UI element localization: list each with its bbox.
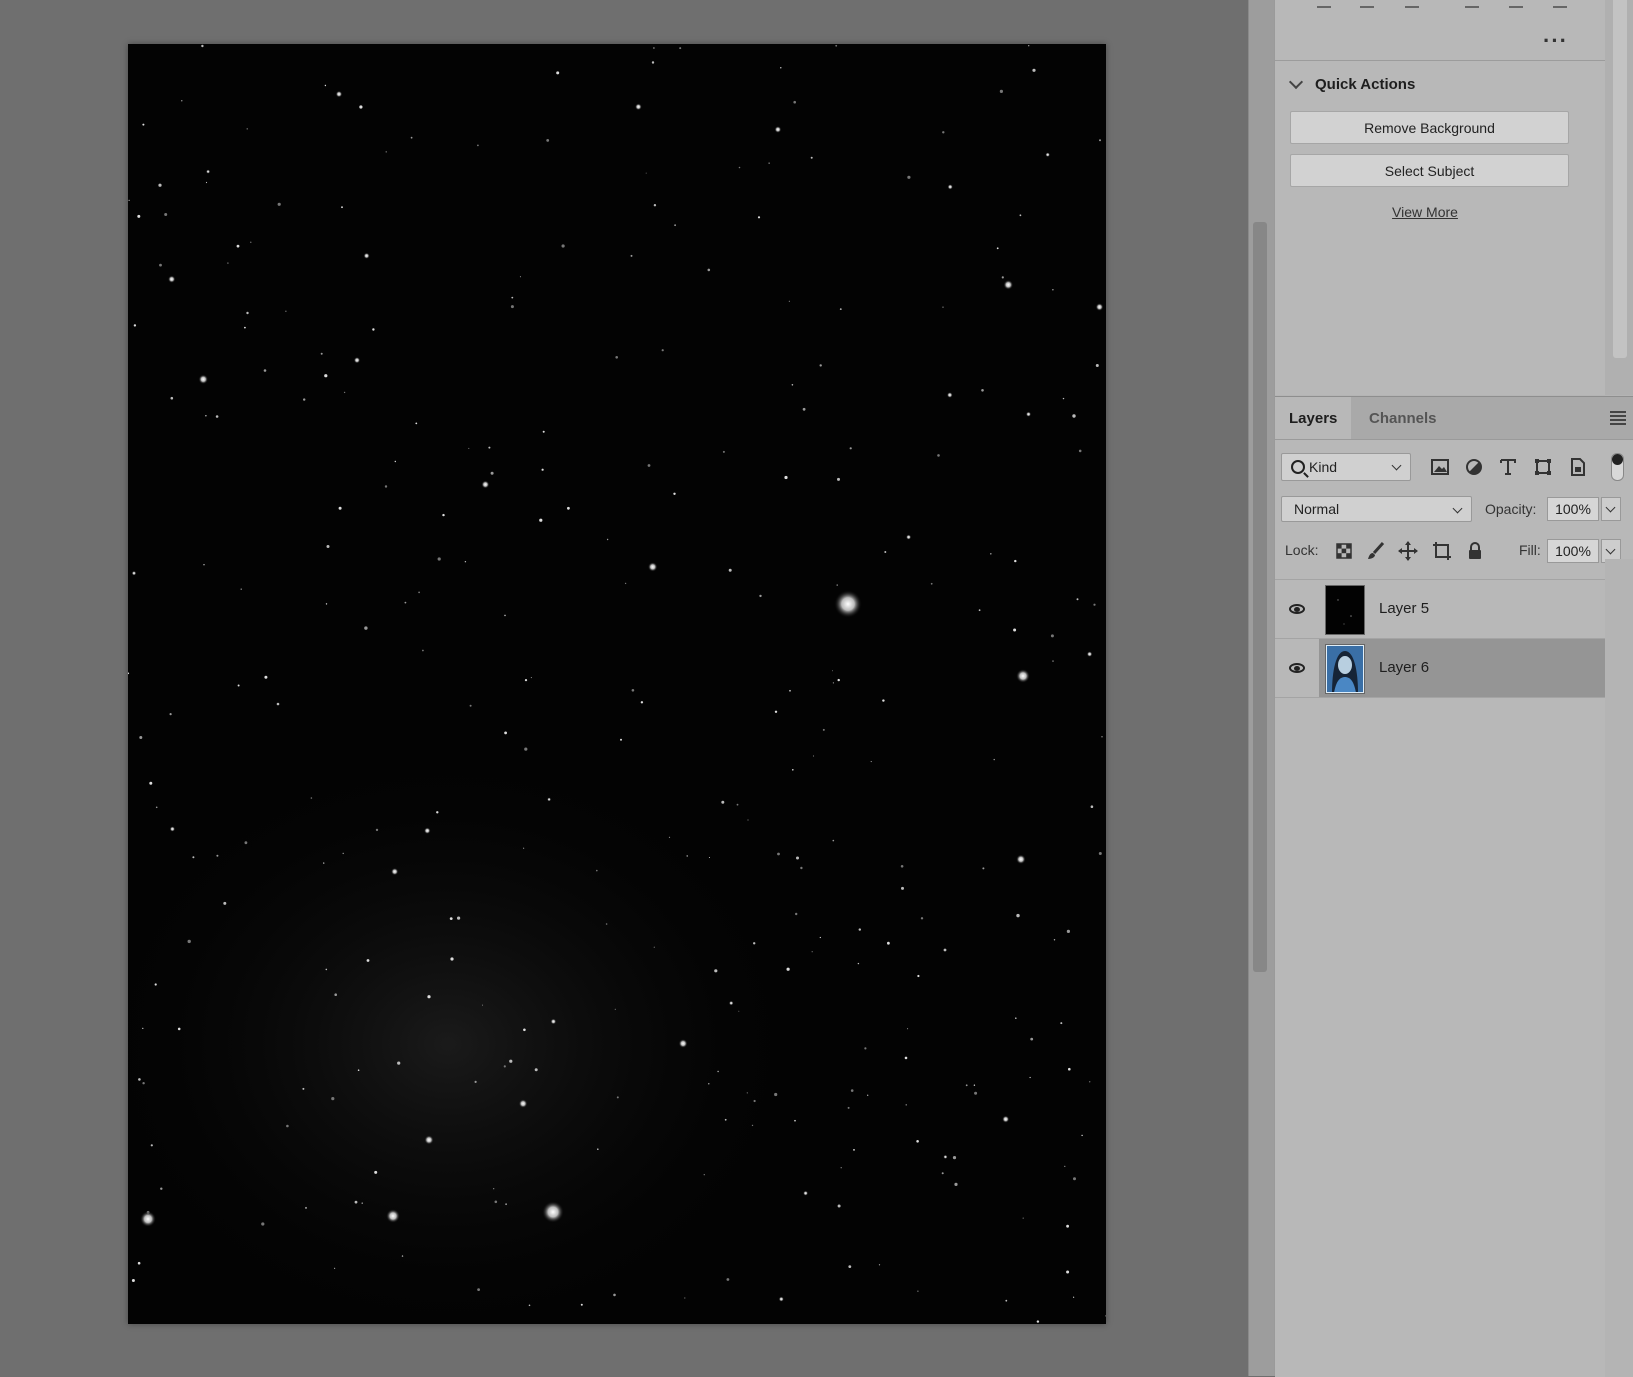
properties-scrollbar[interactable]: [1605, 0, 1633, 395]
layer-thumbnail: [1325, 585, 1365, 635]
layers-scrollbar[interactable]: [1605, 559, 1633, 1377]
more-icon[interactable]: ···: [1543, 30, 1568, 52]
layers-tabs: Layers Channels: [1275, 397, 1633, 440]
document-canvas[interactable]: [128, 44, 1106, 1324]
view-more-link[interactable]: View More: [1275, 204, 1575, 220]
fill-label: Fill:: [1519, 542, 1541, 558]
chevron-down-icon: [1391, 460, 1402, 471]
divider: [1275, 60, 1605, 61]
lock-position-icon[interactable]: [1397, 540, 1419, 562]
layers-panel: Layers Channels Kind Normal Opacity: 100…: [1275, 396, 1633, 1377]
starfield-image: [128, 44, 1106, 1324]
filter-toggle[interactable]: [1611, 453, 1624, 481]
lock-transparent-icon[interactable]: [1333, 540, 1355, 562]
document-workspace[interactable]: [0, 0, 1248, 1376]
lock-label: Lock:: [1285, 542, 1319, 558]
layer-name[interactable]: Layer 5: [1379, 600, 1429, 617]
layers-list-end: [1275, 697, 1605, 698]
smart-object-filter-icon[interactable]: [1567, 457, 1589, 477]
quick-actions-header[interactable]: Quick Actions: [1288, 72, 1416, 96]
align-left-icon[interactable]: [1317, 0, 1331, 8]
right-panels: ··· Quick Actions Remove Background Sele…: [1274, 0, 1633, 1377]
opacity-dropdown[interactable]: [1601, 497, 1621, 521]
image-filter-icon[interactable]: [1429, 457, 1451, 477]
chevron-down-icon: [1288, 74, 1304, 90]
search-icon: [1291, 460, 1305, 474]
filter-kind-value: Kind: [1309, 459, 1338, 475]
adjustment-filter-icon[interactable]: [1463, 457, 1485, 477]
align-toolbar: [1295, 0, 1575, 8]
align-center-icon[interactable]: [1360, 0, 1374, 8]
chevron-down-icon: [1452, 503, 1463, 514]
chevron-down-icon: [1605, 544, 1616, 555]
filter-kind-select[interactable]: Kind: [1281, 453, 1411, 481]
align-right-icon[interactable]: [1405, 0, 1419, 8]
workspace-scrollbar[interactable]: [1248, 0, 1275, 1376]
layer-body[interactable]: Layer 5: [1319, 580, 1605, 638]
tab-channels[interactable]: Channels: [1355, 397, 1451, 439]
blend-mode-value: Normal: [1294, 501, 1340, 517]
layer-thumbnail: [1325, 644, 1365, 694]
align-middle-icon[interactable]: [1509, 0, 1523, 8]
remove-background-button[interactable]: Remove Background: [1290, 111, 1569, 144]
opacity-field[interactable]: 100%: [1547, 497, 1599, 521]
align-top-icon[interactable]: [1465, 0, 1479, 8]
tab-layers[interactable]: Layers: [1275, 397, 1352, 439]
lock-all-icon[interactable]: [1464, 540, 1486, 562]
layer-row[interactable]: Layer 6: [1275, 638, 1605, 697]
lock-artboard-icon[interactable]: [1431, 540, 1453, 562]
layer-body[interactable]: Layer 6: [1319, 639, 1605, 697]
quick-actions-title: Quick Actions: [1315, 75, 1416, 93]
workspace-scrollbar-thumb[interactable]: [1253, 222, 1267, 972]
chevron-down-icon: [1605, 502, 1616, 513]
panel-menu-icon[interactable]: [1610, 411, 1626, 427]
layer-name[interactable]: Layer 6: [1379, 659, 1429, 676]
layer-row[interactable]: Layer 5: [1275, 579, 1605, 638]
type-filter-icon[interactable]: [1497, 457, 1519, 477]
eye-icon[interactable]: [1289, 663, 1305, 673]
lock-image-icon[interactable]: [1365, 540, 1387, 562]
eye-icon[interactable]: [1289, 604, 1305, 614]
blend-mode-select[interactable]: Normal: [1281, 496, 1472, 522]
select-subject-button[interactable]: Select Subject: [1290, 154, 1569, 187]
properties-panel: ··· Quick Actions Remove Background Sele…: [1275, 0, 1605, 395]
opacity-label: Opacity:: [1485, 501, 1537, 517]
shape-filter-icon[interactable]: [1532, 457, 1554, 477]
align-bottom-icon[interactable]: [1553, 0, 1567, 8]
fill-field[interactable]: 100%: [1547, 539, 1599, 563]
properties-scrollbar-thumb[interactable]: [1613, 0, 1627, 358]
